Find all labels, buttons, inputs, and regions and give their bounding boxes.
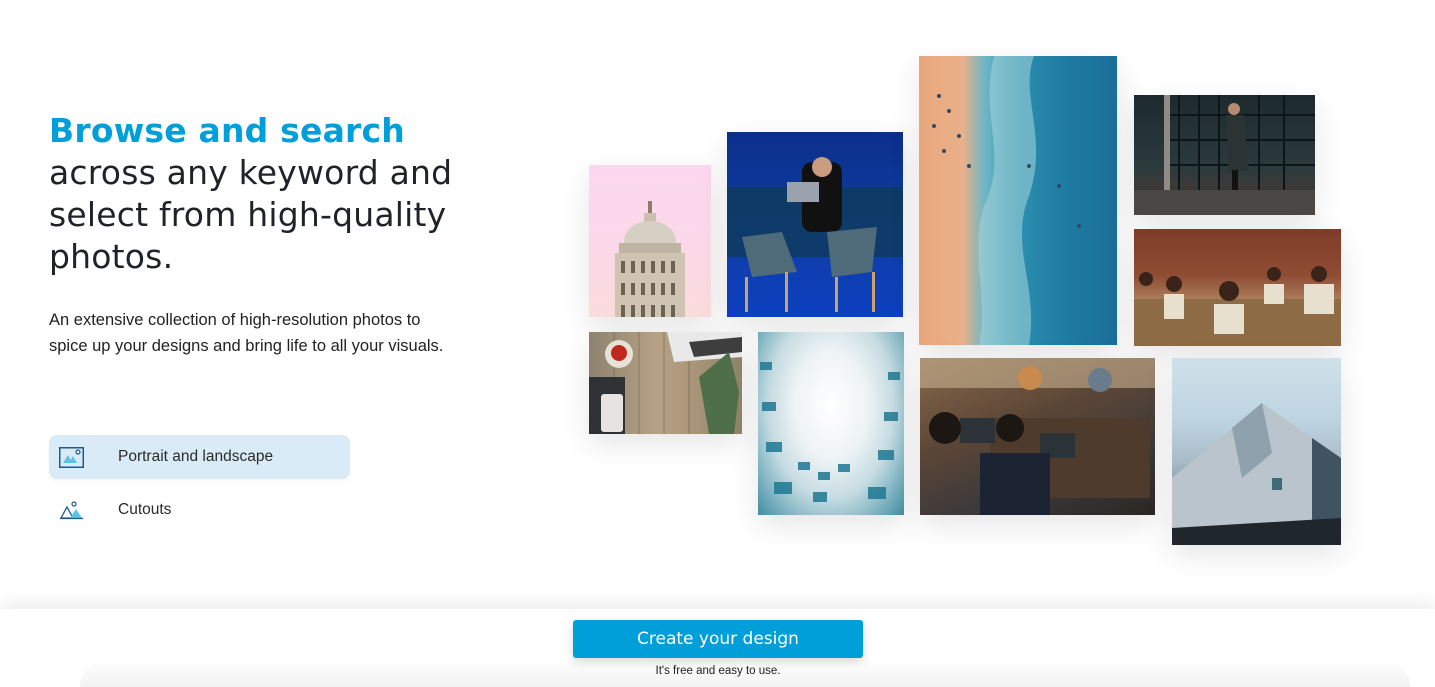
dome-illustration: [615, 201, 685, 317]
photo-building[interactable]: [758, 332, 904, 515]
option-label: Portrait and landscape: [118, 448, 274, 465]
hero-description: An extensive collection of high-resoluti…: [49, 311, 444, 355]
option-cutouts[interactable]: Cutouts: [49, 488, 350, 532]
man-illustration: [1134, 95, 1315, 215]
photo-classroom[interactable]: [1134, 229, 1341, 346]
photo-team[interactable]: [920, 358, 1155, 515]
option-label: Cutouts: [118, 501, 172, 518]
cta-subtext: It's free and easy to use.: [655, 665, 781, 677]
building-illustration: [760, 362, 900, 502]
photo-office[interactable]: [727, 132, 903, 317]
hero-heading: Browse and search across any keyword and…: [49, 110, 489, 278]
office-illustration: [727, 157, 903, 312]
photo-desk[interactable]: [589, 332, 742, 434]
photo-man-walking[interactable]: [1134, 95, 1315, 215]
team-illustration: [920, 358, 1155, 515]
architecture-illustration: [1172, 403, 1341, 545]
headline-rest: across any keyword and select from high-…: [49, 153, 453, 276]
headline-accent: Browse and search: [49, 111, 405, 150]
cutout-icon: [59, 499, 84, 521]
photo-type-options: Portrait and landscape Cutouts: [49, 435, 350, 541]
beach-illustration: [932, 56, 1081, 345]
photo-dome[interactable]: [589, 165, 711, 317]
image-icon: [59, 446, 84, 468]
option-portrait-landscape[interactable]: Portrait and landscape: [49, 435, 350, 479]
create-design-button[interactable]: Create your design: [573, 620, 863, 658]
desk-illustration: [589, 332, 742, 434]
photo-architecture[interactable]: [1172, 358, 1341, 545]
photo-beach[interactable]: [919, 56, 1117, 345]
page-title: Browse and search across any keyword and…: [49, 110, 489, 278]
classroom-illustration: [1134, 266, 1341, 346]
